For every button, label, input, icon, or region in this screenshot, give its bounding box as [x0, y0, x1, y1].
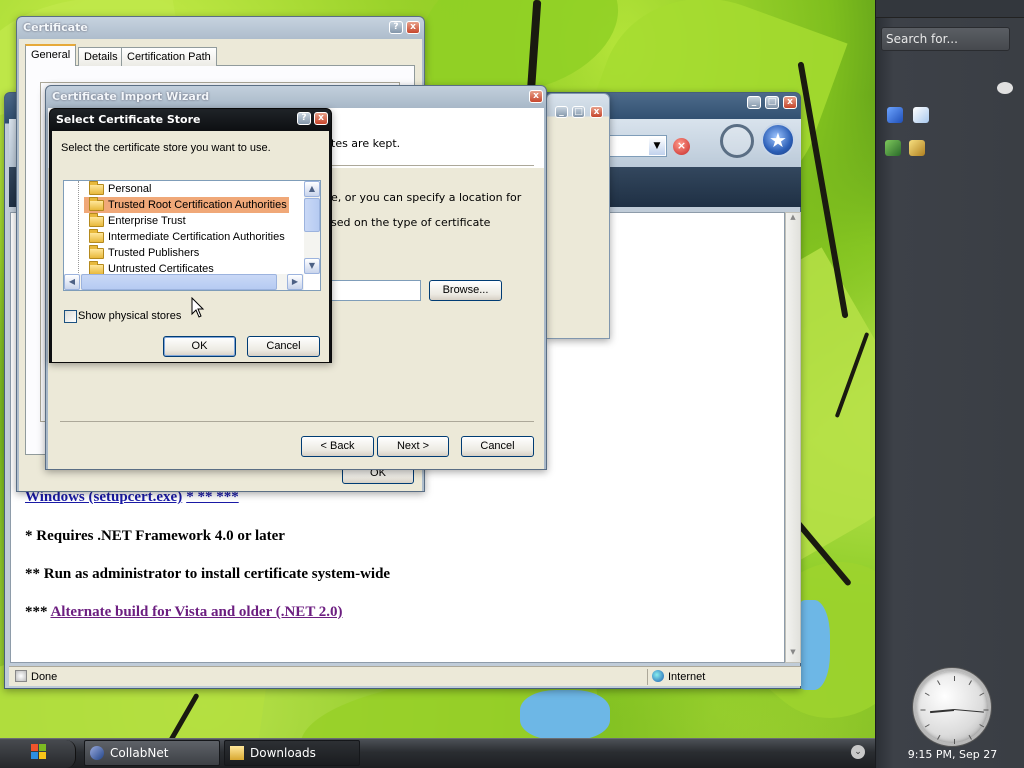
- close-button[interactable]: x: [783, 96, 797, 109]
- tab-certification-path[interactable]: Certification Path: [121, 47, 217, 66]
- chevron-up-icon[interactable]: ▲: [304, 181, 320, 197]
- browse-button[interactable]: Browse...: [429, 280, 502, 301]
- show-physical-stores-label: Show physical stores: [78, 310, 182, 322]
- stop-icon[interactable]: ×: [673, 138, 690, 155]
- app-icon[interactable]: [909, 140, 925, 156]
- close-button[interactable]: x: [406, 21, 420, 34]
- ie-vertical-scrollbar[interactable]: ▲ ▼: [785, 212, 801, 663]
- tree-item-trusted-publishers[interactable]: Trusted Publishers: [84, 245, 201, 261]
- help-button[interactable]: ?: [389, 21, 403, 34]
- status-text: Done: [31, 671, 58, 683]
- speech-bubble-icon[interactable]: [997, 82, 1013, 94]
- certificate-title: Certificate: [23, 21, 88, 34]
- folder-icon: [230, 746, 244, 760]
- maximize-button[interactable]: □: [572, 106, 585, 118]
- tree-item-trusted-root[interactable]: Trusted Root Certification Authorities: [84, 197, 289, 213]
- tree-horizontal-scrollbar[interactable]: ◀ ▶: [64, 274, 304, 290]
- wizard-description: e, or you can specify a location for: [331, 191, 522, 204]
- clock-hour-hand: [930, 709, 955, 714]
- chevron-down-icon[interactable]: ▼: [786, 648, 800, 662]
- page-status-icon: [15, 670, 27, 682]
- zone-indicator[interactable]: Internet: [647, 669, 801, 685]
- taskbar-item-downloads[interactable]: Downloads: [224, 740, 360, 766]
- sidebar-search-input[interactable]: Search for...: [881, 27, 1010, 51]
- wizard-description-2: sed on the type of certificate: [331, 216, 491, 229]
- folder-icon: [89, 229, 104, 243]
- sidebar-search-placeholder: Search for...: [886, 32, 958, 46]
- favorites-star-icon[interactable]: ★: [761, 123, 795, 157]
- store-instruction: Select the certificate store you want to…: [61, 142, 271, 154]
- alternate-build-link[interactable]: Alternate build for Vista and older (.NE…: [50, 604, 342, 620]
- show-physical-stores-checkbox[interactable]: [64, 310, 77, 323]
- chevron-right-icon[interactable]: ▶: [287, 274, 303, 290]
- folder-icon: [89, 245, 104, 259]
- app-icon[interactable]: [913, 107, 929, 123]
- clock-label: 9:15 PM, Sep 27: [907, 748, 998, 761]
- close-button[interactable]: x: [314, 112, 328, 125]
- store-cancel-button[interactable]: Cancel: [247, 336, 320, 357]
- tab-details[interactable]: Details: [78, 47, 124, 66]
- store-path-field[interactable]: [331, 280, 421, 301]
- taskbar-item-collabnet[interactable]: CollabNet: [84, 740, 220, 766]
- folder-icon: [89, 213, 104, 227]
- ie-icon: [90, 746, 104, 760]
- wizard-header-text: tes are kept.: [331, 137, 401, 150]
- alternate-build-line: *** Alternate build for Vista and older …: [25, 604, 343, 620]
- tree-item-intermediate[interactable]: Intermediate Certification Authorities: [84, 229, 287, 245]
- wizard-cancel-button[interactable]: Cancel: [461, 436, 534, 457]
- chevron-down-icon[interactable]: ▼: [649, 137, 665, 155]
- chevron-up-icon[interactable]: ▲: [786, 213, 800, 227]
- store-body: Select the certificate store you want to…: [52, 131, 329, 362]
- tab-general[interactable]: General: [25, 44, 77, 66]
- chevron-left-icon[interactable]: ◀: [64, 274, 80, 290]
- help-button[interactable]: ?: [297, 112, 311, 125]
- folder-icon: [89, 181, 104, 195]
- chevron-down-icon[interactable]: ⌄: [851, 745, 865, 759]
- back-button[interactable]: < Back: [301, 436, 374, 457]
- app-icon[interactable]: [887, 107, 903, 123]
- globe-icon: [652, 670, 664, 682]
- select-store-dialog: Select Certificate Store ? x Select the …: [49, 108, 332, 363]
- app-icon[interactable]: [885, 140, 901, 156]
- background-window: _ □ x: [546, 93, 610, 339]
- minimize-button[interactable]: _: [747, 96, 761, 109]
- store-title: Select Certificate Store: [56, 113, 201, 126]
- scroll-thumb[interactable]: [304, 198, 320, 232]
- minimize-button[interactable]: _: [555, 106, 568, 118]
- clock-gadget[interactable]: [913, 668, 991, 746]
- wizard-title: Certificate Import Wizard: [52, 90, 210, 103]
- ie-status-bar: Done Internet: [9, 666, 801, 686]
- folder-icon: [89, 197, 104, 211]
- mouse-cursor-icon: [191, 297, 205, 318]
- tree-item-personal[interactable]: Personal: [84, 181, 153, 197]
- store-tree[interactable]: Personal Trusted Root Certification Auth…: [63, 180, 321, 291]
- windows-logo-icon: [31, 744, 47, 760]
- admin-note: ** Run as administrator to install certi…: [25, 566, 391, 582]
- close-button[interactable]: x: [590, 106, 603, 118]
- scroll-thumb[interactable]: [81, 274, 277, 290]
- chevron-down-icon[interactable]: ▼: [304, 258, 320, 274]
- store-ok-button[interactable]: OK: [163, 336, 236, 357]
- search-icon[interactable]: [720, 124, 754, 158]
- requirement-note: * Requires .NET Framework 4.0 or later: [25, 528, 285, 544]
- sidebar-top-bar: [876, 0, 1024, 18]
- next-button[interactable]: Next >: [377, 436, 449, 457]
- tree-item-enterprise-trust[interactable]: Enterprise Trust: [84, 213, 188, 229]
- maximize-button[interactable]: □: [765, 96, 779, 109]
- tree-vertical-scrollbar[interactable]: ▲ ▼: [304, 181, 320, 274]
- close-button[interactable]: x: [529, 90, 543, 103]
- clock-minute-hand: [953, 709, 984, 713]
